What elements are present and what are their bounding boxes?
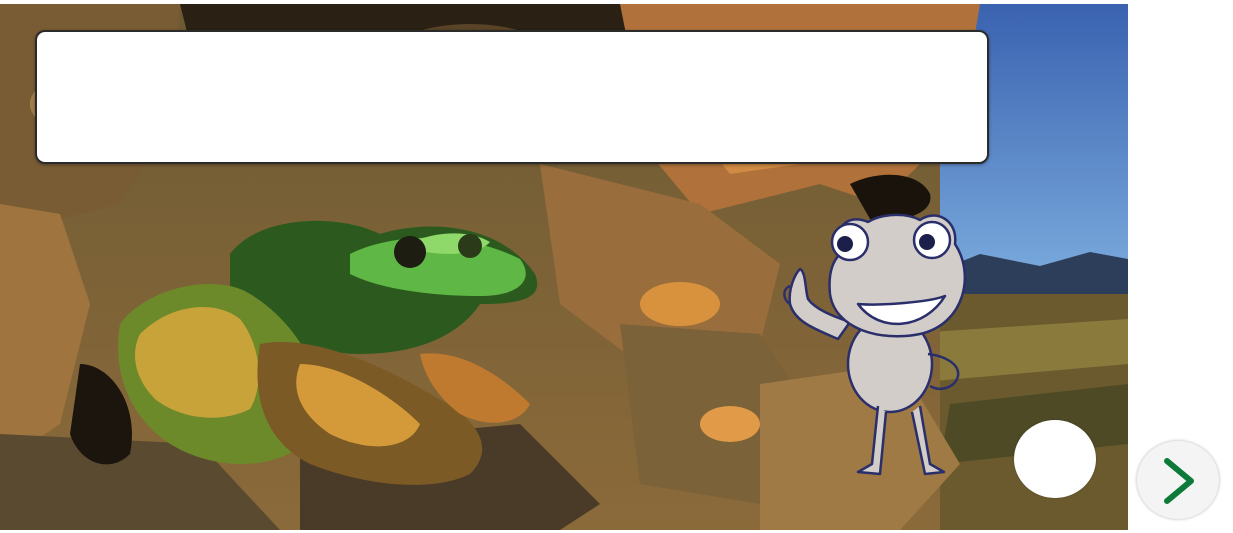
next-button[interactable] — [1137, 441, 1219, 519]
record-button[interactable] — [1014, 420, 1096, 498]
chevron-right-icon — [1164, 458, 1194, 504]
game-stage — [0, 0, 1233, 533]
dialog-box — [35, 30, 989, 164]
